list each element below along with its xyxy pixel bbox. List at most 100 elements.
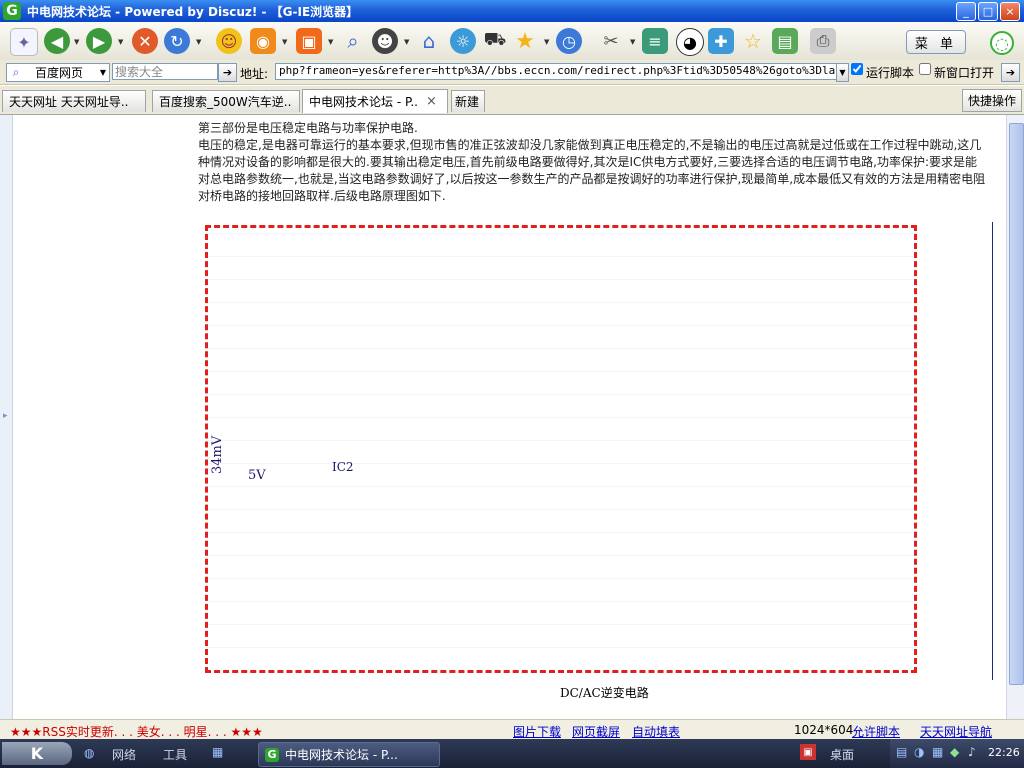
browser-logo-icon: G xyxy=(3,2,21,20)
start-button[interactable]: K xyxy=(2,742,72,765)
rss-ticker[interactable]: ★★★RSS实时更新. . . 美女. . . 明星. . . ★★★ xyxy=(10,723,263,740)
post-body-paragraph: 电压的稳定,是电器可靠运行的基本要求,但现市售的准正弦波却没几家能做到真正电压稳… xyxy=(198,138,986,203)
forward-icon[interactable]: ▶ xyxy=(86,28,112,54)
forward-dropdown-icon[interactable]: ▼ xyxy=(118,38,123,46)
search-icon[interactable]: ⌕ xyxy=(340,28,366,54)
scrollbar-thumb[interactable] xyxy=(1009,123,1024,685)
address-bar: ⌕ 百度网页 ▼ ➔ 地址: php?frameon=yes&referer=h… xyxy=(0,60,1024,85)
tab-eccn[interactable]: 中电网技术论坛 - P.. × xyxy=(302,89,448,113)
tray-security-icon[interactable]: ◆ xyxy=(950,745,959,759)
schematic-caption: DC/AC逆变电路 xyxy=(560,686,649,700)
browser-logo-icon: G xyxy=(265,747,279,762)
vertical-scrollbar[interactable] xyxy=(1006,115,1024,719)
post-heading-paragraph: 第三部份是电压稳定电路与功率保护电路. xyxy=(198,121,418,135)
flag-icon[interactable]: ▣ xyxy=(800,744,816,760)
tab-tiantian[interactable]: 天天网址 天天网址导.. xyxy=(2,90,146,112)
autofill-link[interactable]: 自动填表 xyxy=(632,723,680,740)
refresh-icon[interactable]: ↻ xyxy=(164,28,190,54)
nav-site-link[interactable]: 天天网址导航 xyxy=(920,723,992,740)
close-tab-icon[interactable]: × xyxy=(426,94,437,109)
new-tab-label: 新建 xyxy=(455,95,480,109)
screenshot-link[interactable]: 网页截屏 xyxy=(572,723,620,740)
schematic-image: 34mV 5V IC2 xyxy=(205,225,917,673)
panda-icon[interactable]: ◕ xyxy=(676,28,704,56)
new-page-icon[interactable]: ✦ xyxy=(10,28,38,56)
tray-ie-icon[interactable]: ◑ xyxy=(914,745,924,759)
favorites-icon[interactable]: ★ xyxy=(512,28,538,54)
run-script-label: 运行脚本 xyxy=(866,66,915,80)
new-window-checkbox[interactable] xyxy=(919,63,931,75)
task-label: 中电网技术论坛 - P... xyxy=(285,748,398,762)
title-bar: G 中电网技术论坛 - Powered by Discuz! - 【G-IE浏览… xyxy=(0,0,1024,22)
favorites-dropdown-icon[interactable]: ▼ xyxy=(544,38,549,46)
navigate-go-button[interactable]: ➔ xyxy=(1001,63,1020,82)
qq-dropdown-icon[interactable]: ▼ xyxy=(404,38,409,46)
system-tray: ▤ ◑ ▦ ◆ ♪ 22:26 xyxy=(890,739,1024,768)
address-label: 地址: xyxy=(240,67,269,81)
url-dropdown-button[interactable]: ▼ xyxy=(836,63,849,82)
run-script-checkbox[interactable] xyxy=(851,63,863,75)
minimize-button[interactable]: _ xyxy=(956,2,976,21)
taskbar-tools[interactable]: 工具 xyxy=(163,746,187,763)
maximize-button[interactable]: □ xyxy=(978,2,998,21)
resolution-text: 1024*604 xyxy=(794,723,854,737)
taskbar: K ◍ 网络 工具 ▦ G 中电网技术论坛 - P... ▣ 桌面 ▤ ◑ ▦ … xyxy=(0,739,1024,768)
photo-icon[interactable]: ▤ xyxy=(772,28,798,54)
side-panel-toggle[interactable]: ▸ xyxy=(0,115,13,719)
quicklaunch-icon[interactable]: ▦ xyxy=(212,745,223,759)
back-dropdown-icon[interactable]: ▼ xyxy=(74,38,79,46)
url-field[interactable]: php?frameon=yes&referer=http%3A//bbs.ecc… xyxy=(275,63,843,80)
search-go-button[interactable]: ➔ xyxy=(218,63,237,82)
print-icon[interactable]: ⎙ xyxy=(810,28,836,54)
rss-dropdown-icon[interactable]: ▼ xyxy=(282,38,287,46)
tab-label: 天天网址 天天网址导.. xyxy=(9,95,129,109)
books-icon[interactable]: ≡ xyxy=(642,28,668,54)
voltage-34mv-label: 34mV xyxy=(210,435,225,474)
tab-bar: 天天网址 天天网址导.. 百度搜索_500W汽车逆.. 中电网技术论坛 - P.… xyxy=(0,86,1024,115)
star-icon[interactable]: ☆ xyxy=(740,28,766,54)
menu-button[interactable]: 菜 单 xyxy=(906,30,966,54)
post-content: 第三部份是电压稳定电路与功率保护电路. 电压的稳定,是电器可靠运行的基本要求,但… xyxy=(198,120,988,205)
qq-icon[interactable]: ☻ xyxy=(372,28,398,54)
tray-volume-icon[interactable]: ♪ xyxy=(968,745,976,759)
cart-icon[interactable]: ⛟ xyxy=(482,28,508,54)
tools-icon[interactable]: ▣ xyxy=(296,28,322,54)
settings-dropdown-icon[interactable]: ▼ xyxy=(630,38,635,46)
search-input[interactable] xyxy=(112,63,218,80)
image-download-link[interactable]: 图片下载 xyxy=(513,723,561,740)
search-engine-label: 百度网页 xyxy=(35,66,84,80)
ic2-label: IC2 xyxy=(332,460,354,474)
tray-network-icon[interactable]: ▤ xyxy=(896,745,907,759)
window-title: 中电网技术论坛 - Powered by Discuz! - 【G-IE浏览器】 xyxy=(27,4,359,19)
vcc-5v-label: 5V xyxy=(248,468,266,483)
tab-label: 百度搜索_500W汽车逆.. xyxy=(159,95,292,109)
puzzle-icon[interactable]: ✚ xyxy=(708,28,734,54)
sync-icon[interactable]: ◌ xyxy=(990,31,1014,55)
taskbar-desktop[interactable]: 桌面 xyxy=(830,746,854,763)
history-icon[interactable]: ◷ xyxy=(556,28,582,54)
allow-script-link[interactable]: 允许脚本 xyxy=(852,723,900,740)
search-engine-icon: ⌕ xyxy=(12,65,20,79)
chevron-down-icon: ▼ xyxy=(99,68,106,77)
taskbar-network[interactable]: 网络 xyxy=(112,746,136,763)
status-bar: ★★★RSS实时更新. . . 美女. . . 明星. . . ★★★ 图片下载… xyxy=(0,719,1024,740)
back-icon[interactable]: ◀ xyxy=(44,28,70,54)
settings-icon[interactable]: ✂ xyxy=(598,28,624,54)
search-engine-select[interactable]: ⌕ 百度网页 ▼ xyxy=(6,63,110,82)
refresh-dropdown-icon[interactable]: ▼ xyxy=(196,38,201,46)
taskbar-active-window[interactable]: G 中电网技术论坛 - P... xyxy=(258,742,440,767)
quick-action-button[interactable]: 快捷操作 xyxy=(962,89,1022,112)
clock[interactable]: 22:26 xyxy=(988,746,1020,759)
tools-dropdown-icon[interactable]: ▼ xyxy=(328,38,333,46)
rss-icon[interactable]: ◉ xyxy=(250,28,276,54)
network-globe-icon: ◍ xyxy=(84,746,95,760)
stop-icon[interactable]: ✕ xyxy=(132,28,158,54)
tab-label: 中电网技术论坛 - P.. xyxy=(309,95,418,109)
smiley-icon[interactable]: ☺ xyxy=(216,28,242,54)
tray-language-icon[interactable]: ▦ xyxy=(932,745,943,759)
weather-icon[interactable]: ☼ xyxy=(450,28,476,54)
new-tab-button[interactable]: 新建 xyxy=(451,90,485,112)
close-button[interactable]: × xyxy=(1000,2,1020,21)
tab-baidu[interactable]: 百度搜索_500W汽车逆.. xyxy=(152,90,300,112)
home-icon[interactable]: ⌂ xyxy=(416,28,442,54)
